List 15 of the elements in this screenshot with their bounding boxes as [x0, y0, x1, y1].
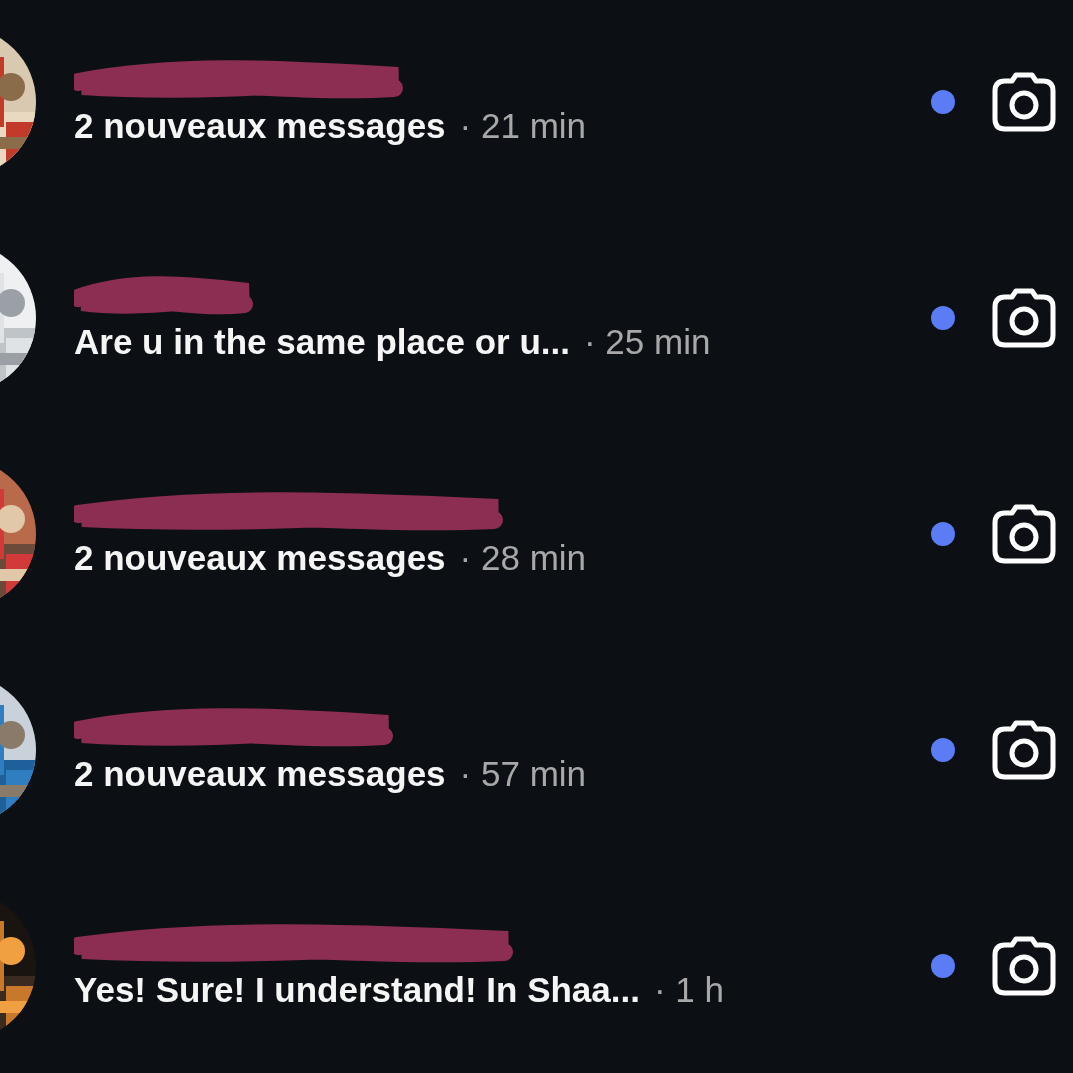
message-time: · 1 h — [653, 970, 724, 1010]
camera-icon[interactable] — [991, 287, 1057, 349]
camera-icon[interactable] — [991, 935, 1057, 997]
message-preview: 2 nouveaux messages — [74, 754, 446, 794]
camera-icon[interactable] — [991, 719, 1057, 781]
message-preview: 2 nouveaux messages — [74, 538, 446, 578]
message-preview: Are u in the same place or u... — [74, 322, 570, 362]
message-preview: Yes! Sure! I understand! In Shaa... — [74, 970, 640, 1010]
message-time: · 57 min — [459, 754, 587, 794]
message-time: · 25 min — [584, 322, 711, 362]
camera-icon[interactable] — [991, 503, 1057, 565]
message-preview: 2 nouveaux messages — [74, 106, 446, 146]
message-time: · 21 min — [459, 106, 587, 146]
message-time: · 28 min — [459, 538, 587, 578]
camera-icon[interactable] — [991, 71, 1057, 133]
